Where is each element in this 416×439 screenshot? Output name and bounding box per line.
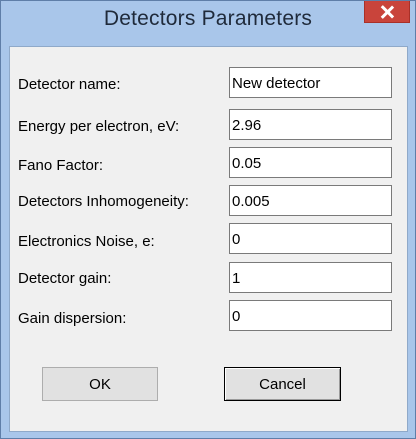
ok-button[interactable]: OK	[42, 367, 158, 401]
title-bar[interactable]: Detectors Parameters	[1, 1, 415, 37]
electronics-noise-label: Electronics Noise, e:	[18, 233, 155, 250]
detector-name-label: Detector name:	[18, 76, 121, 93]
detectors-inhomogeneity-label: Detectors Inhomogeneity:	[18, 193, 189, 210]
dialog-window: Detectors Parameters Detector name: Ener…	[0, 0, 416, 439]
dialog-content: Detector name: Energy per electron, eV: …	[9, 46, 408, 432]
close-button[interactable]	[364, 1, 410, 23]
fano-factor-label: Fano Factor:	[18, 157, 104, 174]
detector-name-input[interactable]	[229, 67, 392, 98]
detector-gain-label: Detector gain:	[18, 270, 112, 287]
gain-dispersion-label: Gain dispersion:	[18, 310, 127, 327]
cancel-button[interactable]: Cancel	[224, 367, 341, 401]
energy-per-electron-label: Energy per electron, eV:	[18, 118, 180, 135]
detectors-inhomogeneity-input[interactable]	[229, 185, 392, 216]
window-title: Detectors Parameters	[103, 7, 313, 30]
electronics-noise-input[interactable]	[229, 223, 392, 254]
fano-factor-input[interactable]	[229, 147, 392, 178]
close-icon	[380, 5, 394, 19]
gain-dispersion-input[interactable]	[229, 300, 392, 331]
detector-gain-input[interactable]	[229, 262, 392, 293]
energy-per-electron-input[interactable]	[229, 109, 392, 140]
